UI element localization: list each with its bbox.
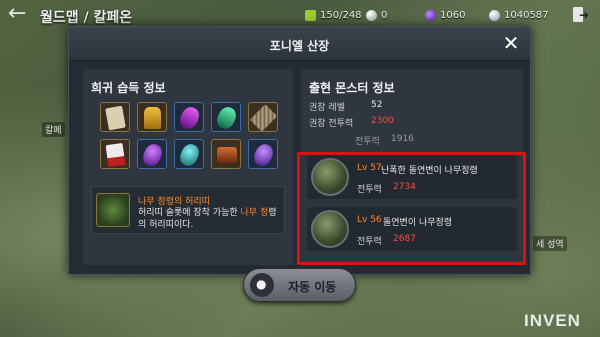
recommended-power-label: 권장 전투력 xyxy=(309,119,354,129)
stone-tablet-icon[interactable] xyxy=(248,102,278,132)
partial-power-label: 전투력 xyxy=(355,137,380,147)
golden-trophy-icon[interactable] xyxy=(137,102,167,132)
energy-value: 150/248 xyxy=(320,9,362,21)
monster-power-label: 전투력 xyxy=(357,185,382,195)
teal-gem-icon[interactable] xyxy=(174,139,204,169)
silver-value: 1040587 xyxy=(504,9,549,21)
monster-info-panel: 출현 몬스터 정보 권장 레벨 52 권장 전투력 2300 전투력 1916 … xyxy=(301,69,523,265)
monster-level: Lv 57 xyxy=(357,163,382,173)
violet-gem-icon[interactable] xyxy=(248,139,278,169)
partial-power-value: 1916 xyxy=(391,134,414,144)
recommended-level-value: 52 xyxy=(371,100,383,110)
scroll-check-icon[interactable] xyxy=(100,102,130,132)
red-scroll-icon[interactable] xyxy=(100,139,130,169)
monster-power-label: 전투력 xyxy=(357,237,382,247)
map-label-sanctuary: 세 성역 xyxy=(533,236,567,251)
crystal-counter: 1060 xyxy=(425,8,465,22)
monster-power: 2687 xyxy=(393,234,416,244)
recommended-power-value: 2300 xyxy=(371,116,394,126)
map-label-calpheon: 칼페 xyxy=(42,122,65,137)
auto-move-label: 자동 이동 xyxy=(288,280,337,294)
location-dialog: 포니엘 산장 ✕ 희귀 습득 정보 나무 정령의 허리띠 허리띠 슬롯에 장착 … xyxy=(68,26,531,275)
back-arrow-icon[interactable]: ← xyxy=(8,3,32,26)
green-crystal-icon[interactable] xyxy=(211,102,241,132)
monster-power: 2734 xyxy=(393,182,416,192)
monster-name: 난폭한 돌연변이 나무정령 xyxy=(381,166,478,176)
energy-counter: 150/248 xyxy=(305,8,362,22)
crystal-icon xyxy=(425,9,436,21)
close-icon[interactable]: ✕ xyxy=(501,33,521,54)
item-detail-box: 나무 정령의 허리띠 허리띠 슬롯에 장착 가능한 나무 정령의 허리띠이다. xyxy=(91,186,285,234)
wood-spirit-belt-icon xyxy=(96,193,130,227)
silver-counter: 1040587 xyxy=(489,8,549,22)
purple-gem-icon[interactable] xyxy=(137,139,167,169)
energy-icon xyxy=(305,9,316,21)
treasure-chest-icon[interactable] xyxy=(211,139,241,169)
exit-icon[interactable]: ➜ xyxy=(570,5,590,25)
monster-name: 돌연변이 나무정령 xyxy=(383,218,453,228)
auto-move-button[interactable]: ● 자동 이동 xyxy=(243,268,356,302)
watermark-logo: INVEN xyxy=(524,311,581,330)
pearl-counter: 0 xyxy=(366,8,387,22)
page-title: 월드맵 / 칼페온 xyxy=(40,10,133,26)
monster-level: Lv 56 xyxy=(357,215,382,225)
silver-icon xyxy=(489,9,500,21)
item-name: 나무 정령의 허리띠 xyxy=(138,197,210,207)
recommended-level-label: 권장 레벨 xyxy=(309,103,345,113)
purple-crystal-icon[interactable] xyxy=(174,102,204,132)
monster-portrait xyxy=(311,210,349,248)
monster-portrait xyxy=(311,158,349,196)
rare-drop-title: 희귀 습득 정보 xyxy=(91,81,166,95)
dialog-title: 포니엘 산장 xyxy=(269,39,330,53)
crystal-value: 1060 xyxy=(440,9,466,21)
monster-card[interactable]: Lv 57 난폭한 돌연변이 나무정령 전투력 2734 xyxy=(307,155,517,199)
dialog-header: 포니엘 산장 ✕ xyxy=(69,27,530,61)
pearl-value: 0 xyxy=(381,9,388,21)
footprint-icon: ● xyxy=(250,273,274,297)
rare-drop-panel: 희귀 습득 정보 나무 정령의 허리띠 허리띠 슬롯에 장착 가능한 나무 정령… xyxy=(83,69,293,265)
pearl-icon xyxy=(366,9,377,21)
monster-card[interactable]: Lv 56 돌연변이 나무정령 전투력 2687 xyxy=(307,207,517,251)
item-description: 허리띠 슬롯에 장착 가능한 나무 정령의 허리띠이다. xyxy=(138,208,277,230)
monster-info-title: 출현 몬스터 정보 xyxy=(309,81,395,95)
